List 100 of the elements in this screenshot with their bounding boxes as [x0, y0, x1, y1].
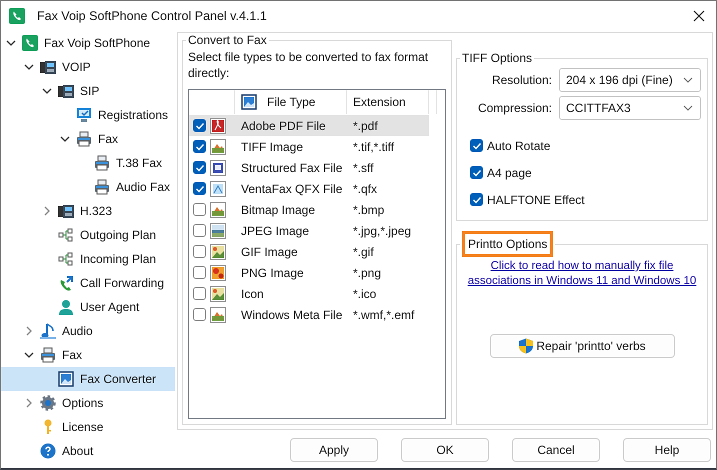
table-cell-text: *.pdf — [352, 118, 379, 132]
checkbox[interactable] — [470, 139, 483, 152]
description-text: Select file types to be converted to fax format directly: — [188, 49, 430, 81]
checkbox[interactable] — [470, 166, 483, 179]
checkbox[interactable] — [193, 161, 206, 174]
printer-icon — [94, 179, 110, 195]
tree-item[interactable]: License — [1, 415, 175, 439]
group-title: Printto Options — [468, 237, 548, 251]
help-icon — [40, 443, 56, 459]
table-row[interactable]: Bitmap Image *.bmp — [189, 199, 429, 220]
table-row[interactable]: JPEG Image *.jpg,*.jpeg — [189, 220, 429, 241]
printer-icon — [94, 155, 110, 171]
checkbox[interactable] — [193, 119, 206, 132]
music-note-icon — [40, 323, 56, 339]
picture-icon — [241, 94, 257, 110]
image-file-icon — [210, 244, 226, 260]
dialog-button[interactable]: Apply — [290, 438, 378, 462]
table-cell-text: Icon — [240, 286, 265, 300]
checkbox[interactable] — [193, 224, 206, 237]
table-row[interactable]: PNG Image *.png — [189, 262, 429, 283]
image-file-icon — [210, 202, 226, 218]
table-cell-text: PNG Image — [240, 266, 305, 280]
table-row[interactable]: Adobe PDF File *.pdf — [189, 115, 429, 136]
phone-arrow-icon — [58, 275, 74, 291]
shield-icon — [518, 338, 534, 354]
group-title: TIFF Options — [461, 51, 534, 65]
table-cell-text: *.bmp — [352, 202, 386, 216]
table-cell-text: *.ico — [352, 286, 378, 300]
table-cell-text: *.sff — [352, 160, 374, 174]
tree-item[interactable]: Registrations — [1, 103, 175, 127]
printer-icon — [76, 131, 92, 147]
table-row[interactable]: VentaFax QFX File *.qfx — [189, 178, 429, 199]
tree-item[interactable]: About — [1, 439, 175, 463]
dialog-button[interactable]: Cancel — [512, 438, 600, 462]
table-cell-text: GIF Image — [240, 244, 299, 258]
tree-item[interactable]: Audio Fax — [1, 175, 175, 199]
dialog-button[interactable]: Help — [623, 438, 711, 462]
tree-item[interactable]: Options — [1, 391, 175, 415]
help-link[interactable]: Click to read how to manually fix file associations in Windows 11 and Windows 10 — [466, 259, 698, 289]
checkbox[interactable] — [193, 182, 206, 195]
table-cell-text: *.wmf,*.emf — [352, 308, 416, 322]
checkbox[interactable] — [193, 266, 206, 279]
photo-file-icon — [210, 222, 226, 238]
table-cell-text: TIFF Image — [240, 140, 304, 154]
table-row[interactable]: GIF Image *.gif — [189, 241, 429, 262]
tree-item[interactable]: User Agent — [1, 295, 175, 319]
table-cell-text: *.png — [352, 266, 382, 280]
table-cell-text: *.jpg,*.jpeg — [352, 224, 412, 238]
checkbox[interactable] — [193, 203, 206, 216]
tree-item[interactable]: H.323 — [1, 199, 175, 223]
group-title: Convert to Fax — [187, 33, 268, 47]
desk-phone-icon — [58, 203, 74, 219]
table-row[interactable]: Structured Fax File *.sff — [189, 157, 429, 178]
phone-icon — [22, 35, 38, 51]
field-label: Resolution: — [490, 73, 553, 87]
tree-item[interactable]: Incoming Plan — [1, 247, 175, 271]
table-row[interactable]: TIFF Image *.tif,*.tiff — [189, 136, 429, 157]
repair-button[interactable]: Repair 'printto' verbs — [490, 334, 674, 358]
image-file-icon — [210, 286, 226, 302]
table-cell-text: JPEG Image — [240, 224, 310, 238]
dropdown[interactable]: 204 x 196 dpi (Fine) — [559, 68, 701, 92]
image-file-icon — [210, 264, 226, 280]
monitor-icon — [76, 107, 92, 123]
user-icon — [58, 299, 74, 315]
image-file-icon — [210, 138, 226, 154]
tree-item[interactable]: Fax Converter — [1, 367, 175, 391]
tree-item[interactable]: Call Forwarding — [1, 271, 175, 295]
tree-item[interactable]: Fax Voip SoftPhone — [1, 31, 175, 55]
dropdown[interactable]: CCITTFAX3 — [559, 96, 701, 120]
checkbox[interactable] — [193, 287, 206, 300]
tree-item[interactable]: T.38 Fax — [1, 151, 175, 175]
desk-phone-icon — [40, 59, 56, 75]
tree-item[interactable]: SIP — [1, 79, 175, 103]
column-header[interactable]: Extension — [353, 95, 406, 109]
tree-item[interactable]: Audio — [1, 319, 175, 343]
checkbox[interactable] — [193, 245, 206, 258]
checkbox[interactable] — [193, 308, 206, 321]
checkbox[interactable] — [470, 193, 483, 206]
close-icon[interactable] — [693, 10, 705, 22]
table-cell-text: Bitmap Image — [240, 202, 316, 216]
table-cell-text: Windows Meta File — [240, 308, 344, 322]
tree-item[interactable]: VOIP — [1, 55, 175, 79]
tree-item[interactable]: Fax — [1, 343, 175, 367]
table-cell-text: Adobe PDF File — [240, 118, 327, 132]
tree-item[interactable]: Outgoing Plan — [1, 223, 175, 247]
checkbox-label[interactable]: A4 page — [487, 166, 532, 180]
column-header[interactable]: File Type — [267, 95, 316, 109]
table-row[interactable]: Windows Meta File *.wmf,*.emf — [189, 304, 429, 325]
table-row[interactable]: Icon *.ico — [189, 283, 429, 304]
dialog-button[interactable]: OK — [401, 438, 489, 462]
fax-file-icon — [210, 180, 226, 196]
checkbox-label[interactable]: HALFTONE Effect — [487, 192, 585, 206]
tree-item[interactable]: Fax — [1, 127, 175, 151]
checkbox[interactable] — [193, 140, 206, 153]
table-cell-text: Structured Fax File — [240, 160, 344, 174]
printer-icon — [40, 347, 56, 363]
table-cell-text: *.qfx — [352, 182, 378, 196]
pdf-file-icon — [210, 118, 226, 134]
checkbox-label[interactable]: Auto Rotate — [487, 138, 550, 152]
table-cell-text: *.tif,*.tiff — [352, 140, 396, 154]
